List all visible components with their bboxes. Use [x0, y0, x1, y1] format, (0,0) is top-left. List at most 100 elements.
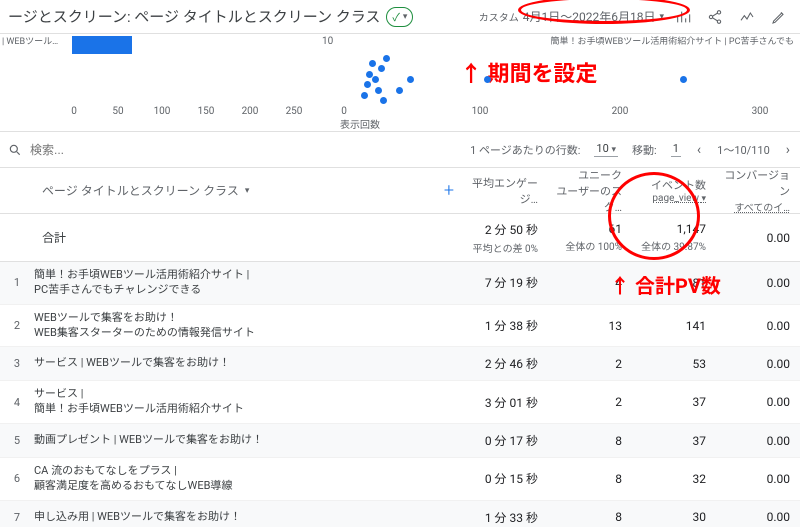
- table-header: ページ タイトルとスクリーン クラス ▾ + 平均エンゲージ… ユニーク ユーザ…: [0, 168, 800, 214]
- row-events: 30: [632, 501, 716, 527]
- row-avg: 1 分 38 秒: [464, 305, 548, 347]
- totals-uniq: 61 全体の 100%: [548, 214, 632, 261]
- scatter-point: [361, 92, 368, 99]
- row-conv: 0.00: [716, 501, 800, 527]
- edit-icon[interactable]: [766, 4, 792, 30]
- rows-per-page-label: 1 ページあたりの行数:: [470, 142, 580, 158]
- row-uniq: 4: [548, 262, 632, 304]
- row-conv: 0.00: [716, 262, 800, 304]
- x-axis-label: 表示回数: [340, 116, 380, 131]
- date-prefix: カスタム: [479, 9, 519, 24]
- next-page-button[interactable]: ›: [784, 142, 792, 158]
- bar-0: [72, 36, 132, 54]
- scatter-point: [364, 81, 371, 88]
- row-events: 81: [632, 262, 716, 304]
- search-input[interactable]: [28, 142, 108, 158]
- goto-value[interactable]: 1: [671, 142, 681, 157]
- row-page-title: サービス | WEBツールで集客をお助け！: [34, 347, 464, 380]
- row-index: 1: [0, 262, 34, 304]
- table-row[interactable]: 6CA 流のおもてなしをプラス |顧客満足度を高めるおもてなしWEB導線0 分 …: [0, 458, 800, 501]
- x-tick: 50: [112, 106, 123, 117]
- totals-label: 合計: [0, 214, 464, 261]
- rows-per-page-value[interactable]: 10 ▾: [594, 142, 618, 157]
- row-uniq: 13: [548, 305, 632, 347]
- row-events: 32: [632, 458, 716, 500]
- row-page-title: サービス |簡単！お手頃WEBツール活用術紹介サイト: [34, 381, 464, 423]
- scatter-point: [680, 76, 687, 83]
- y-tick: 10: [322, 36, 333, 47]
- scatter-legend: 簡単！お手頃WEBツール活用術紹介サイト | PC苦手さんでも: [551, 34, 794, 47]
- search-box[interactable]: [8, 142, 108, 158]
- row-index: 3: [0, 347, 34, 380]
- row-avg: 0 分 17 秒: [464, 424, 548, 457]
- row-avg: 0 分 15 秒: [464, 458, 548, 500]
- col-unique-scroll[interactable]: ユニーク ユーザーのスク…: [548, 168, 632, 213]
- row-page-title: 動画プレゼント | WEBツールで集客をお助け！: [34, 424, 464, 457]
- row-avg: 7 分 19 秒: [464, 262, 548, 304]
- insight-icon[interactable]: [734, 4, 760, 30]
- scatter-point: [484, 76, 491, 83]
- x-tick: 200: [612, 106, 629, 117]
- row-uniq: 2: [548, 381, 632, 423]
- scatter-point: [369, 60, 376, 67]
- scatter-point: [407, 76, 414, 83]
- x-tick: 0: [71, 106, 77, 117]
- row-events: 53: [632, 347, 716, 380]
- col-conversions[interactable]: コンバージョン すべてのイ…: [716, 168, 800, 213]
- bar-chart: | WEBツール… 0 50 100 150 200 250: [0, 34, 320, 131]
- row-conv: 0.00: [716, 458, 800, 500]
- totals-avg: 2 分 50 秒 平均との差 0%: [464, 214, 548, 261]
- row-uniq: 8: [548, 501, 632, 527]
- row-avg: 1 分 33 秒: [464, 501, 548, 527]
- row-index: 2: [0, 305, 34, 347]
- x-tick: 250: [286, 106, 303, 117]
- annotation-period: ↑ 期間を設定: [460, 56, 597, 88]
- col-events[interactable]: イベント数 page_view ▾: [632, 168, 716, 213]
- row-page-title: 申し込み用 | WEBツールで集客をお助け！: [34, 501, 464, 527]
- row-conv: 0.00: [716, 347, 800, 380]
- report-title: ージとスクリーン: ページ タイトルとスクリーン クラス: [8, 6, 380, 27]
- table-row[interactable]: 3サービス | WEBツールで集客をお助け！2 分 46 秒2530.00: [0, 347, 800, 381]
- page-range: 1～10/110: [717, 142, 770, 158]
- report-table: ページ タイトルとスクリーン クラス ▾ + 平均エンゲージ… ユニーク ユーザ…: [0, 168, 800, 527]
- table-row[interactable]: 5動画プレゼント | WEBツールで集客をお助け！0 分 17 秒8370.00: [0, 424, 800, 458]
- row-conv: 0.00: [716, 424, 800, 457]
- table-controls: 1 ページあたりの行数: 10 ▾ 移動: 1 ‹ 1～10/110 ›: [0, 132, 800, 168]
- prev-page-button[interactable]: ‹: [695, 142, 703, 158]
- x-tick: 100: [154, 106, 171, 117]
- scatter-point: [380, 97, 387, 104]
- totals-events: 1,147 全体の 39.87%: [632, 214, 716, 261]
- x-tick: 200: [242, 106, 259, 117]
- goto-label: 移動:: [632, 142, 657, 158]
- table-row[interactable]: 2WEBツールで集客をお助け！WEB集客スターターのための情報発信サイト1 分 …: [0, 305, 800, 348]
- scatter-chart: 簡単！お手頃WEBツール活用術紹介サイト | PC苦手さんでも 10 0 100…: [320, 34, 800, 131]
- chevron-down-icon: ▾: [659, 12, 664, 22]
- table-row[interactable]: 7申し込み用 | WEBツールで集客をお助け！1 分 33 秒8300.00: [0, 501, 800, 527]
- check-icon: ✓: [392, 9, 400, 25]
- add-dimension-button[interactable]: +: [444, 180, 464, 201]
- col-avg-engagement[interactable]: 平均エンゲージ…: [464, 168, 548, 213]
- date-range-picker[interactable]: カスタム 4月1日～2022年6月18日 ▾: [479, 8, 664, 25]
- row-events: 37: [632, 381, 716, 423]
- row-page-title: WEBツールで集客をお助け！WEB集客スターターのための情報発信サイト: [34, 305, 464, 347]
- table-row[interactable]: 1簡単！お手頃WEBツール活用術紹介サイト |PC苦手さんでもチャレンジできる7…: [0, 262, 800, 305]
- scatter-point: [383, 55, 390, 62]
- compare-icon[interactable]: [670, 4, 696, 30]
- table-row[interactable]: 4サービス |簡単！お手頃WEBツール活用術紹介サイト3 分 01 秒2370.…: [0, 381, 800, 424]
- row-events: 141: [632, 305, 716, 347]
- scatter-point: [372, 76, 379, 83]
- status-badge[interactable]: ✓ ▾: [386, 7, 413, 27]
- scatter-point: [375, 87, 382, 94]
- chevron-down-icon: ▾: [403, 12, 408, 22]
- row-events: 37: [632, 424, 716, 457]
- row-avg: 2 分 46 秒: [464, 347, 548, 380]
- share-icon[interactable]: [702, 4, 728, 30]
- table-totals-row: 合計 2 分 50 秒 平均との差 0% 61 全体の 100% 1,147 全…: [0, 214, 800, 262]
- chevron-down-icon: ▾: [245, 186, 250, 196]
- scatter-point: [378, 65, 385, 72]
- row-avg: 3 分 01 秒: [464, 381, 548, 423]
- dimension-header[interactable]: ページ タイトルとスクリーン クラス ▾ +: [34, 168, 464, 213]
- row-uniq: 8: [548, 424, 632, 457]
- row-index: 7: [0, 501, 34, 527]
- date-range-text: 4月1日～2022年6月18日: [523, 8, 656, 25]
